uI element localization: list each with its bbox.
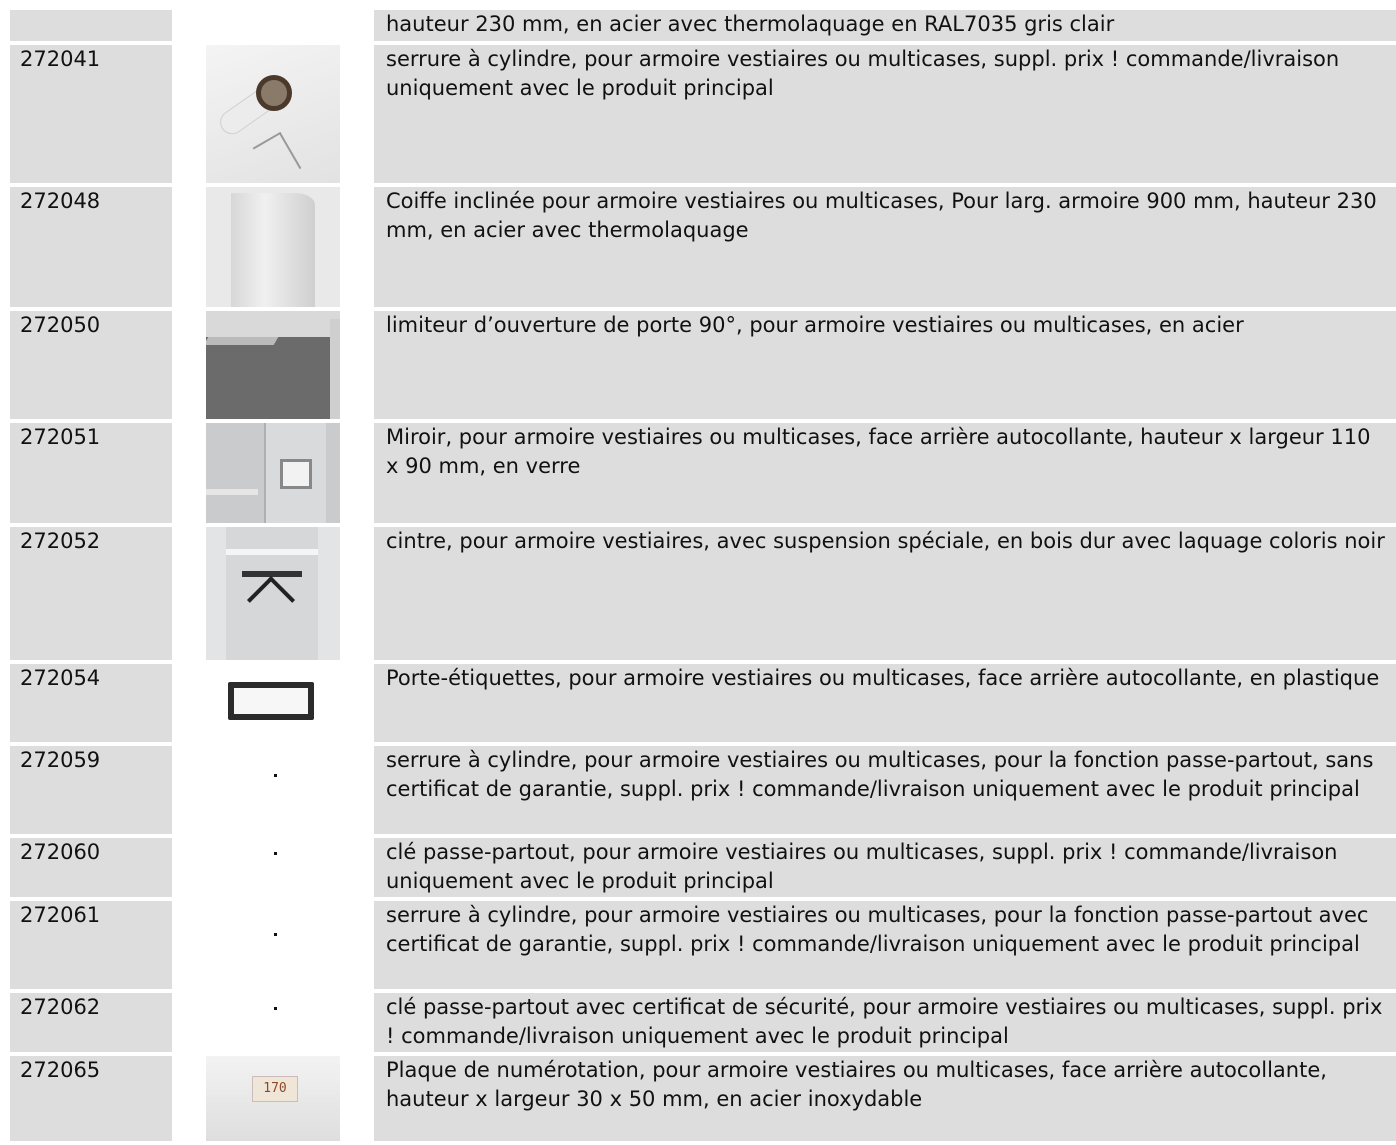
item-code: 272048: [10, 187, 172, 307]
product-image-cell: [172, 10, 374, 41]
item-description: hauteur 230 mm, en acier avec thermolaqu…: [374, 10, 1396, 41]
table-row: 272048 Coiffe inclinée pour armoire vest…: [10, 187, 1396, 307]
item-code: 272052: [10, 527, 172, 660]
sloped-top-image: [206, 187, 340, 307]
table-row: 272054 Porte-étiquettes, pour armoire ve…: [10, 664, 1396, 742]
table-row: 272041 serrure à cylindre, pour armoire …: [10, 45, 1396, 183]
hanger-image: [206, 527, 340, 660]
item-code: 272062: [10, 993, 172, 1052]
product-image-cell: [172, 423, 374, 523]
product-image-cell: [172, 838, 374, 897]
item-code: 272050: [10, 311, 172, 419]
product-image-cell: [172, 527, 374, 660]
placeholder-dot: [274, 933, 277, 936]
item-code: 272060: [10, 838, 172, 897]
item-code: 272065: [10, 1056, 172, 1141]
item-description: Porte-étiquettes, pour armoire vestiaire…: [374, 664, 1396, 742]
table-row: 272051 Miroir, pour armoire vestiaires o…: [10, 423, 1396, 523]
placeholder-dot: [274, 774, 277, 777]
plate-number: 170: [252, 1076, 298, 1102]
table-row: 272059 serrure à cylindre, pour armoire …: [10, 746, 1396, 834]
product-image-cell: [172, 187, 374, 307]
table-row: 272062 clé passe-partout avec certificat…: [10, 993, 1396, 1052]
mirror-image: [206, 423, 340, 523]
label-holder-image: [206, 664, 340, 742]
item-description: Plaque de numérotation, pour armoire ves…: [374, 1056, 1396, 1141]
item-description: serrure à cylindre, pour armoire vestiai…: [374, 746, 1396, 834]
item-description: clé passe-partout avec certificat de séc…: [374, 993, 1396, 1052]
cylinder-lock-image: [206, 45, 340, 183]
table-row: 272061 serrure à cylindre, pour armoire …: [10, 901, 1396, 989]
table-row: 272065 170 Plaque de numérotation, pour …: [10, 1056, 1396, 1141]
item-code: 272054: [10, 664, 172, 742]
item-description: limiteur d’ouverture de porte 90°, pour …: [374, 311, 1396, 419]
placeholder-dot: [274, 1007, 277, 1010]
item-description: serrure à cylindre, pour armoire vestiai…: [374, 45, 1396, 183]
door-limiter-image: [206, 311, 340, 419]
item-code: [10, 10, 172, 41]
table-row: 272050 limiteur d’ouverture de porte 90°…: [10, 311, 1396, 419]
product-image-cell: [172, 901, 374, 989]
item-code: 272041: [10, 45, 172, 183]
product-image-cell: 170: [172, 1056, 374, 1141]
item-description: Miroir, pour armoire vestiaires ou multi…: [374, 423, 1396, 523]
placeholder-dot: [274, 852, 277, 855]
item-description: clé passe-partout, pour armoire vestiair…: [374, 838, 1396, 897]
item-description: cintre, pour armoire vestiaires, avec su…: [374, 527, 1396, 660]
item-description: Coiffe inclinée pour armoire vestiaires …: [374, 187, 1396, 307]
product-image-cell: [172, 993, 374, 1052]
item-code: 272051: [10, 423, 172, 523]
product-image-cell: [172, 664, 374, 742]
product-image-cell: [172, 311, 374, 419]
table-row: hauteur 230 mm, en acier avec thermolaqu…: [10, 10, 1396, 41]
product-image-cell: [172, 746, 374, 834]
item-description: serrure à cylindre, pour armoire vestiai…: [374, 901, 1396, 989]
item-code: 272059: [10, 746, 172, 834]
number-plate-image: 170: [206, 1056, 340, 1141]
table-row: 272060 clé passe-partout, pour armoire v…: [10, 838, 1396, 897]
product-image-cell: [172, 45, 374, 183]
product-table: hauteur 230 mm, en acier avec thermolaqu…: [10, 6, 1396, 1145]
table-row: 272052 cintre, pour armoire vestiaires, …: [10, 527, 1396, 660]
item-code: 272061: [10, 901, 172, 989]
